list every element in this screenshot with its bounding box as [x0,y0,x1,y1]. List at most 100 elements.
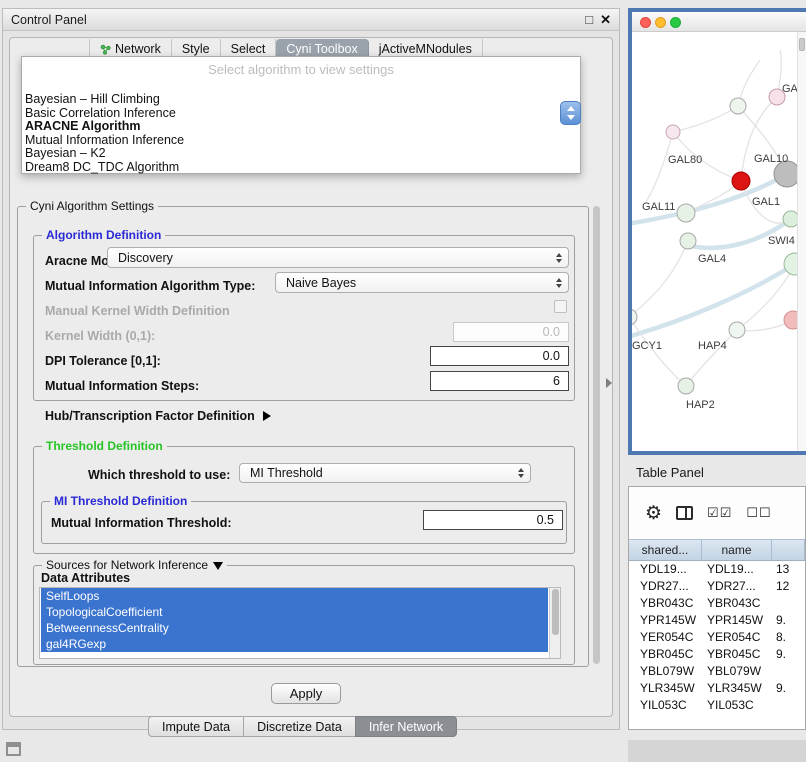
network-node[interactable] [732,172,750,190]
aracne-mode-select[interactable]: Discovery [107,247,569,268]
network-scrollbar[interactable] [797,32,806,451]
mac-close-icon[interactable] [640,17,651,28]
which-threshold-select[interactable]: MI Threshold [239,463,531,483]
column-header-extra[interactable] [772,540,805,560]
dpi-tolerance-field[interactable]: 0.0 [430,346,569,366]
table-cell: YER054C [629,629,702,646]
panel-dock-icon[interactable] [6,742,21,756]
float-window-icon[interactable]: □ [585,12,593,27]
table-panel-window: ⚙ ☑☑ ☐☐ shared... name YDL19...YDL19...1… [628,486,806,730]
control-panel-window: Control Panel □ ✕ Network Style Select C… [2,8,620,730]
network-node[interactable] [666,125,680,139]
node-label: HAP2 [686,399,715,411]
table-row[interactable]: YIL053CYIL053C [629,697,805,714]
network-node[interactable] [678,378,694,394]
table-cell: YDR27... [702,578,772,595]
attribute-list-item[interactable]: gal4RGexp [41,636,548,652]
window-titlebar[interactable]: Control Panel □ ✕ [3,9,619,31]
mi-threshold-value: 0.5 [537,513,554,527]
network-node[interactable] [730,98,746,114]
window-buttons: □ ✕ [585,12,611,28]
window-title: Control Panel [11,13,87,27]
manual-kernel-label: Manual Kernel Width Definition [45,303,230,319]
attributes-scrollbar[interactable] [549,588,560,658]
bottom-right-strip [628,740,806,762]
network-node[interactable] [677,204,695,222]
network-tab-icon [100,44,111,55]
algorithm-option[interactable]: ARACNE Algorithm [22,120,580,134]
chevron-updown-icon [518,468,524,478]
column-header-name[interactable]: name [702,540,772,560]
algorithm-option[interactable]: Basic Correlation Inference [22,107,580,121]
table-cell: YIL053C [702,697,772,714]
which-threshold-label: Which threshold to use: [88,467,230,483]
algorithm-option[interactable]: Dream8 DC_TDC Algorithm [22,161,580,175]
data-attributes-label: Data Attributes [41,570,130,586]
hub-definition-toggle[interactable]: Hub/Transcription Factor Definition [45,408,271,424]
algorithm-option[interactable]: Bayesian – Hill Climbing [22,93,580,107]
tab-discretize-data[interactable]: Discretize Data [243,716,356,737]
mi-threshold-field[interactable]: 0.5 [423,510,563,530]
gear-icon[interactable]: ⚙ [645,504,662,523]
mac-zoom-icon[interactable] [670,17,681,28]
group-title: Algorithm Definition [42,228,165,242]
panel-sash-arrow-icon[interactable] [606,378,612,388]
apply-button[interactable]: Apply [271,683,341,704]
mac-minimize-icon[interactable] [655,17,666,28]
scrollbar-thumb[interactable] [799,38,805,51]
group-title: Cyni Algorithm Settings [26,199,158,213]
table-cell: YBL079W [702,663,772,680]
mi-type-select[interactable]: Naive Bayes [275,272,569,293]
node-label: GAL80 [668,154,702,166]
aracne-mode-value: Discovery [118,251,173,265]
deselect-all-icon[interactable]: ☐☐ [746,505,771,521]
algorithm-option[interactable]: Bayesian – K2 [22,147,580,161]
table-cell: 12 [772,578,805,595]
node-label: GAL1 [752,196,780,208]
algorithm-option[interactable]: Mutual Information Inference [22,134,580,148]
network-node[interactable] [680,233,696,249]
network-canvas[interactable]: GALGAL80GAL10GAL11GAL1SWI4GAL4GCY1HAP4YH… [632,32,806,451]
table-cell: YPR145W [702,612,772,629]
table-row[interactable]: YDL19...YDL19...13 [629,561,805,578]
mi-type-value: Naive Bayes [286,276,356,290]
table-cell: YBR045C [702,646,772,663]
table-cell: YLR345W [629,680,702,697]
table-cell: YDL19... [702,561,772,578]
table-row[interactable]: YER054CYER054C8. [629,629,805,646]
network-node[interactable] [729,322,745,338]
mi-steps-field[interactable]: 6 [430,371,569,391]
table-row[interactable]: YDR27...YDR27...12 [629,578,805,595]
attribute-list-item[interactable]: SelfLoops [41,588,548,604]
table-row[interactable]: YBR045CYBR045C9. [629,646,805,663]
table-cell: YBR043C [629,595,702,612]
columns-icon[interactable] [676,506,693,520]
algorithm-dropdown-placeholder: Select algorithm to view settings [22,62,580,77]
close-icon[interactable]: ✕ [600,12,611,28]
table-cell [772,697,805,714]
column-header-shared[interactable]: shared... [629,540,702,560]
table-cell: YIL053C [629,697,702,714]
network-window-titlebar[interactable] [632,12,806,32]
tab-impute-data[interactable]: Impute Data [148,716,244,737]
attribute-list-item[interactable]: BetweennessCentrality [41,620,548,636]
data-attributes-list[interactable]: SelfLoopsTopologicalCoefficientBetweenne… [39,587,561,659]
select-all-icon[interactable]: ☑☑ [707,505,732,521]
table-row[interactable]: YBR043CYBR043C [629,595,805,612]
settings-scrollbar[interactable] [593,206,600,664]
table-cell: 13 [772,561,805,578]
table-row[interactable]: YLR345WYLR345W9. [629,680,805,697]
table-cell: YDL19... [629,561,702,578]
manual-kernel-checkbox[interactable] [554,300,567,313]
tab-label: Cyni Toolbox [286,42,357,56]
tab-infer-network[interactable]: Infer Network [355,716,457,737]
combo-arrows-icon[interactable] [560,101,581,125]
node-label: HAP4 [698,340,727,352]
scrollbar-thumb[interactable] [552,589,559,635]
expand-right-icon [263,411,271,421]
node-label: SWI4 [768,235,795,247]
table-row[interactable]: YBL079WYBL079W [629,663,805,680]
table-row[interactable]: YPR145WYPR145W9. [629,612,805,629]
tab-label: Network [115,42,161,56]
attribute-list-item[interactable]: TopologicalCoefficient [41,604,548,620]
